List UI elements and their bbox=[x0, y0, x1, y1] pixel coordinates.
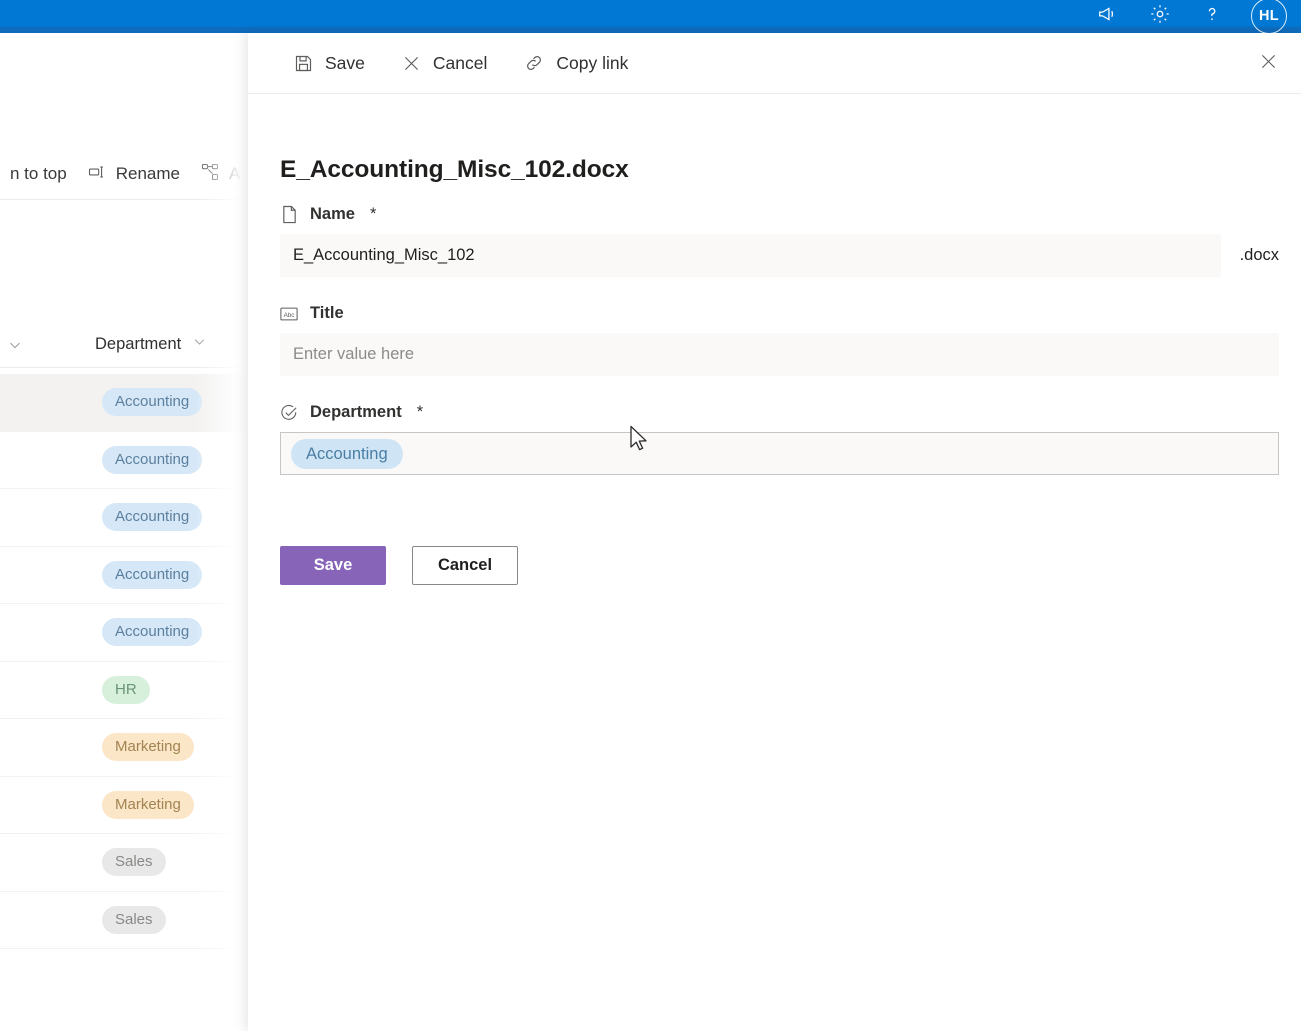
column-header-department[interactable]: Department bbox=[95, 333, 208, 355]
field-name: Name * E_Accounting_Misc_102 .docx bbox=[280, 205, 1279, 277]
field-name-label: Name bbox=[310, 205, 355, 223]
field-department: Department * Accounting bbox=[280, 403, 1279, 475]
department-pill: Accounting bbox=[102, 618, 203, 647]
table-row[interactable]: Sales bbox=[0, 834, 248, 892]
megaphone-icon[interactable] bbox=[1095, 1, 1121, 27]
department-pill: Accounting bbox=[102, 560, 203, 589]
table-row[interactable]: Marketing bbox=[0, 719, 248, 777]
table-row[interactable]: Accounting bbox=[0, 547, 248, 604]
table-row[interactable]: Accounting bbox=[0, 604, 248, 662]
department-pill: Accounting bbox=[102, 503, 203, 532]
help-icon[interactable] bbox=[1199, 1, 1225, 27]
table-row[interactable]: Marketing bbox=[0, 777, 248, 834]
cancel-button[interactable]: Cancel bbox=[412, 546, 518, 585]
rename-label: Rename bbox=[115, 164, 180, 183]
list-rows: Accounting Accounting Accounting Accounting… bbox=[0, 374, 248, 949]
panel-save-command[interactable]: Save bbox=[280, 43, 378, 83]
department-selected-tag[interactable]: Accounting bbox=[291, 438, 403, 469]
field-title-label-row: Abc Title bbox=[280, 304, 1279, 323]
field-department-label-row: Department * bbox=[280, 403, 1279, 422]
department-pill: HR bbox=[102, 675, 150, 704]
title-input[interactable]: Enter value here bbox=[280, 333, 1279, 376]
field-name-input-row: E_Accounting_Misc_102 .docx bbox=[280, 234, 1279, 277]
column-header-divider bbox=[0, 367, 248, 368]
command-bar-divider bbox=[0, 199, 248, 200]
panel-body: E_Accounting_Misc_102.docx Name * E_Acco… bbox=[248, 94, 1301, 1031]
department-pill: Marketing bbox=[102, 733, 194, 762]
panel-command-bar: Save Cancel Copy link bbox=[248, 33, 1301, 94]
panel-cancel-label: Cancel bbox=[432, 52, 488, 73]
table-row[interactable]: Accounting bbox=[0, 432, 248, 489]
save-icon bbox=[293, 53, 314, 74]
chevron-down-icon[interactable] bbox=[6, 336, 24, 359]
field-title: Abc Title Enter value here bbox=[280, 304, 1279, 376]
automate-icon bbox=[200, 162, 220, 187]
suite-header-actions: HL bbox=[1095, 0, 1293, 34]
department-input[interactable]: Accounting bbox=[280, 432, 1279, 475]
field-title-label: Title bbox=[310, 304, 344, 322]
field-department-required-marker: * bbox=[416, 403, 424, 421]
department-pill: Accounting bbox=[102, 388, 203, 417]
close-icon bbox=[1258, 51, 1279, 77]
field-name-required-marker: * bbox=[369, 205, 377, 223]
name-extension-label: .docx bbox=[1239, 246, 1279, 264]
field-name-label-row: Name * bbox=[280, 205, 1279, 224]
panel-cancel-command[interactable]: Cancel bbox=[388, 43, 500, 83]
panel-save-label: Save bbox=[325, 52, 365, 73]
department-pill: Sales bbox=[102, 905, 166, 934]
table-row[interactable]: Accounting bbox=[0, 489, 248, 547]
document-icon bbox=[280, 205, 298, 224]
svg-text:Abc: Abc bbox=[284, 311, 295, 318]
rename-icon bbox=[87, 162, 107, 187]
table-row[interactable]: HR bbox=[0, 662, 248, 719]
department-pill: Accounting bbox=[102, 445, 203, 474]
chevron-down-icon[interactable] bbox=[191, 333, 208, 355]
pin-to-top-label: n to top bbox=[10, 164, 67, 183]
link-icon bbox=[523, 52, 545, 74]
panel-close-button[interactable] bbox=[1249, 45, 1287, 83]
file-details-panel: Save Cancel Copy link E_Accounting_Misc_… bbox=[248, 33, 1301, 1031]
automate-command[interactable]: A bbox=[190, 162, 248, 187]
name-input[interactable]: E_Accounting_Misc_102 bbox=[280, 234, 1221, 277]
field-department-label: Department bbox=[310, 403, 402, 421]
avatar[interactable]: HL bbox=[1251, 0, 1287, 34]
rename-command[interactable]: Rename bbox=[77, 162, 190, 187]
background-bottom-area bbox=[0, 958, 248, 1031]
suite-header-bar: HL bbox=[0, 0, 1301, 34]
choice-check-icon bbox=[280, 404, 298, 422]
form-actions: Save Cancel bbox=[280, 546, 518, 585]
column-header-department-label: Department bbox=[95, 334, 182, 353]
save-button[interactable]: Save bbox=[280, 546, 386, 585]
department-pill: Sales bbox=[102, 848, 166, 877]
gear-icon[interactable] bbox=[1147, 1, 1173, 27]
pin-to-top-command[interactable]: n to top bbox=[0, 164, 77, 184]
automate-label: A bbox=[228, 164, 241, 183]
table-row[interactable]: Accounting bbox=[0, 374, 248, 432]
panel-copy-link-command[interactable]: Copy link bbox=[510, 43, 641, 83]
abc-text-icon: Abc bbox=[280, 305, 298, 323]
panel-copy-link-label: Copy link bbox=[556, 52, 629, 73]
background-command-bar: n to top Rename A bbox=[0, 152, 248, 196]
close-icon bbox=[401, 53, 422, 74]
table-row[interactable]: Sales bbox=[0, 892, 248, 949]
page-title: E_Accounting_Misc_102.docx bbox=[280, 156, 629, 183]
department-pill: Marketing bbox=[102, 790, 194, 819]
